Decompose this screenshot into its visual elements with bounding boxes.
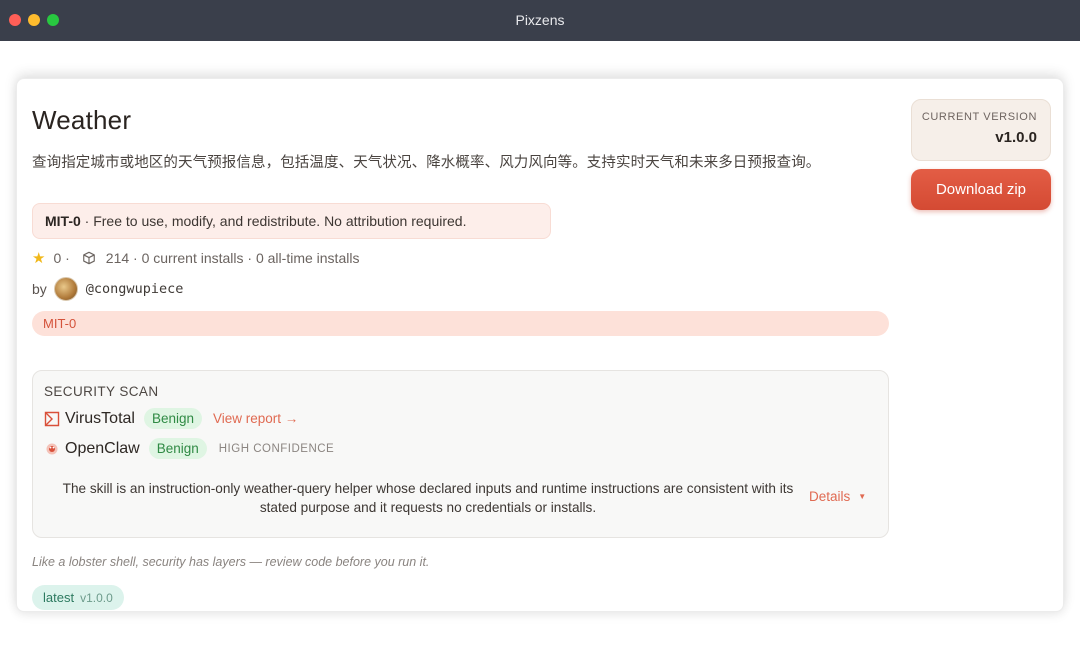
author-handle[interactable]: @congwupiece	[86, 281, 184, 297]
skill-stats: ★ 0 · 214 · 0 current installs · 0 all-t…	[32, 249, 359, 267]
openclaw-row: OpenClaw Benign HIGH CONFIDENCE	[44, 438, 334, 459]
view-report-link[interactable]: View report →	[213, 411, 298, 426]
openclaw-icon	[46, 443, 58, 454]
license-tag: MIT-0	[32, 311, 889, 336]
latest-version-tag[interactable]: latest v1.0.0	[32, 585, 124, 610]
install-counts: 214 · 0 current installs · 0 all-time in…	[105, 250, 360, 266]
skill-detail-card: Weather 查询指定城市或地区的天气预报信息，包括温度、天气状况、降水概率、…	[16, 78, 1064, 612]
star-count: 0 ·	[53, 250, 70, 266]
author-avatar[interactable]	[53, 277, 78, 301]
virustotal-name: VirusTotal	[65, 409, 135, 427]
openclaw-name: OpenClaw	[65, 439, 140, 457]
license-text: · Free to use, modify, and redistribute.…	[80, 213, 467, 229]
caret-down-icon: ▼	[858, 492, 867, 501]
window-titlebar: Pixzens	[0, 0, 1080, 41]
download-zip-button[interactable]: Download zip	[911, 169, 1051, 210]
window-title: Pixzens	[515, 12, 565, 28]
skill-description: 查询指定城市或地区的天气预报信息，包括温度、天气状况、降水概率、风力风向等。支持…	[32, 155, 821, 171]
skill-name: Weather	[32, 105, 132, 135]
security-scan-panel: SECURITY SCAN VirusTotal Benign View rep…	[32, 370, 889, 538]
security-tagline: Like a lobster shell, security has layer…	[32, 555, 430, 569]
author-line: by @congwupiece	[32, 277, 183, 301]
current-version-value: v1.0.0	[995, 129, 1037, 146]
openclaw-confidence: HIGH CONFIDENCE	[218, 442, 335, 455]
current-version-label: CURRENT VERSION	[921, 111, 1037, 123]
security-summary: The skill is an instruction-only weather…	[62, 481, 794, 515]
openclaw-verdict-badge: Benign	[148, 438, 207, 459]
virustotal-verdict-badge: Benign	[143, 408, 203, 429]
virustotal-row: VirusTotal Benign View report →	[44, 408, 298, 429]
package-icon	[82, 251, 95, 265]
virustotal-icon	[44, 411, 60, 426]
details-label: Details	[809, 489, 851, 504]
star-icon[interactable]: ★	[32, 249, 45, 267]
details-toggle[interactable]: Details ▼	[809, 489, 866, 504]
security-scan-title: SECURITY SCAN	[44, 384, 159, 399]
latest-label: latest	[43, 590, 75, 605]
license-name: MIT-0	[45, 213, 81, 229]
latest-version: v1.0.0	[80, 590, 113, 605]
license-summary: MIT-0 · Free to use, modify, and redistr…	[32, 203, 551, 239]
current-version-box: CURRENT VERSION v1.0.0	[911, 99, 1051, 161]
by-label: by	[32, 281, 47, 297]
